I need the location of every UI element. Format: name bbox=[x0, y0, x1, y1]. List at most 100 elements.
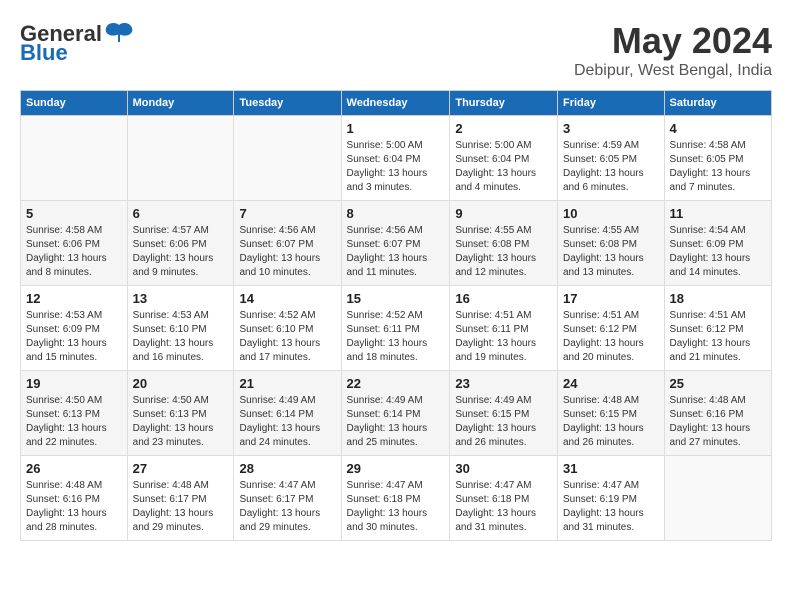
day-info: Sunrise: 4:53 AM Sunset: 6:09 PM Dayligh… bbox=[26, 309, 122, 365]
title-block: May 2024 Debipur, West Bengal, India bbox=[574, 20, 772, 80]
calendar-day-header: Friday bbox=[557, 91, 664, 116]
calendar-day-cell: 4 Sunrise: 4:58 AM Sunset: 6:05 PM Daylig… bbox=[664, 116, 771, 201]
calendar-day-cell: 24Sunrise: 4:48 AM Sunset: 6:15 PM Dayli… bbox=[557, 371, 664, 456]
day-info: Sunrise: 4:52 AM Sunset: 6:10 PM Dayligh… bbox=[239, 309, 335, 365]
calendar-day-cell: 17 Sunrise: 4:51 AM Sunset: 6:12 PM Dayli… bbox=[557, 286, 664, 371]
day-info: Sunrise: 4:51 AM Sunset: 6:12 PM Dayligh… bbox=[670, 309, 766, 365]
day-number: 5 bbox=[26, 206, 122, 221]
logo: General Blue bbox=[20, 20, 136, 66]
day-info: Sunrise: 4:53 AM Sunset: 6:10 PM Dayligh… bbox=[133, 309, 229, 365]
day-number: 17 bbox=[563, 291, 659, 306]
day-number: 8 bbox=[347, 206, 445, 221]
day-info: Sunrise: 4:57 AM Sunset: 6:06 PM Dayligh… bbox=[133, 224, 229, 280]
day-info: Sunrise: 4:48 AM Sunset: 6:17 PM Dayligh… bbox=[133, 479, 229, 535]
calendar-day-cell: 9 Sunrise: 4:55 AM Sunset: 6:08 PM Daylig… bbox=[450, 201, 558, 286]
calendar-day-cell bbox=[21, 116, 128, 201]
day-number: 26 bbox=[26, 461, 122, 476]
day-number: 12 bbox=[26, 291, 122, 306]
day-info: Sunrise: 4:58 AM Sunset: 6:05 PM Dayligh… bbox=[670, 139, 766, 195]
day-number: 29 bbox=[347, 461, 445, 476]
day-number: 2 bbox=[455, 121, 552, 136]
day-number: 10 bbox=[563, 206, 659, 221]
calendar-day-cell: 7 Sunrise: 4:56 AM Sunset: 6:07 PM Daylig… bbox=[234, 201, 341, 286]
day-info: Sunrise: 4:47 AM Sunset: 6:18 PM Dayligh… bbox=[455, 479, 552, 535]
day-info: Sunrise: 4:49 AM Sunset: 6:15 PM Dayligh… bbox=[455, 394, 552, 450]
calendar-day-cell: 23 Sunrise: 4:49 AM Sunset: 6:15 PM Dayli… bbox=[450, 371, 558, 456]
calendar-day-cell: 20 Sunrise: 4:50 AM Sunset: 6:13 PM Dayli… bbox=[127, 371, 234, 456]
calendar-day-cell bbox=[127, 116, 234, 201]
day-info: Sunrise: 4:48 AM Sunset: 6:16 PM Dayligh… bbox=[670, 394, 766, 450]
logo-bird-icon bbox=[104, 20, 134, 48]
day-number: 25 bbox=[670, 376, 766, 391]
day-info: Sunrise: 4:49 AM Sunset: 6:14 PM Dayligh… bbox=[239, 394, 335, 450]
day-info: Sunrise: 4:48 AM Sunset: 6:16 PM Dayligh… bbox=[26, 479, 122, 535]
day-info: Sunrise: 4:50 AM Sunset: 6:13 PM Dayligh… bbox=[133, 394, 229, 450]
calendar-day-header: Thursday bbox=[450, 91, 558, 116]
day-number: 30 bbox=[455, 461, 552, 476]
day-info: Sunrise: 4:50 AM Sunset: 6:13 PM Dayligh… bbox=[26, 394, 122, 450]
calendar-day-cell: 18 Sunrise: 4:51 AM Sunset: 6:12 PM Dayli… bbox=[664, 286, 771, 371]
day-info: Sunrise: 4:52 AM Sunset: 6:11 PM Dayligh… bbox=[347, 309, 445, 365]
calendar-day-cell: 22Sunrise: 4:49 AM Sunset: 6:14 PM Dayli… bbox=[341, 371, 450, 456]
calendar-week-row: 26 Sunrise: 4:48 AM Sunset: 6:16 PM Dayli… bbox=[21, 456, 772, 541]
calendar-day-cell: 6Sunrise: 4:57 AM Sunset: 6:06 PM Daylig… bbox=[127, 201, 234, 286]
calendar-day-header: Wednesday bbox=[341, 91, 450, 116]
calendar-table: SundayMondayTuesdayWednesdayThursdayFrid… bbox=[20, 90, 772, 541]
day-number: 3 bbox=[563, 121, 659, 136]
day-number: 9 bbox=[455, 206, 552, 221]
day-number: 19 bbox=[26, 376, 122, 391]
logo-blue-text: Blue bbox=[20, 40, 68, 66]
calendar-day-cell: 1 Sunrise: 5:00 AM Sunset: 6:04 PM Daylig… bbox=[341, 116, 450, 201]
day-number: 1 bbox=[347, 121, 445, 136]
calendar-day-cell: 12 Sunrise: 4:53 AM Sunset: 6:09 PM Dayli… bbox=[21, 286, 128, 371]
location-text: Debipur, West Bengal, India bbox=[574, 62, 772, 80]
calendar-day-cell bbox=[664, 456, 771, 541]
calendar-day-cell: 2 Sunrise: 5:00 AM Sunset: 6:04 PM Daylig… bbox=[450, 116, 558, 201]
calendar-week-row: 5 Sunrise: 4:58 AM Sunset: 6:06 PM Daylig… bbox=[21, 201, 772, 286]
day-number: 13 bbox=[133, 291, 229, 306]
calendar-day-cell: 11Sunrise: 4:54 AM Sunset: 6:09 PM Dayli… bbox=[664, 201, 771, 286]
day-info: Sunrise: 4:55 AM Sunset: 6:08 PM Dayligh… bbox=[455, 224, 552, 280]
day-info: Sunrise: 4:56 AM Sunset: 6:07 PM Dayligh… bbox=[347, 224, 445, 280]
day-number: 15 bbox=[347, 291, 445, 306]
calendar-day-cell: 21 Sunrise: 4:49 AM Sunset: 6:14 PM Dayli… bbox=[234, 371, 341, 456]
calendar-day-cell: 19 Sunrise: 4:50 AM Sunset: 6:13 PM Dayli… bbox=[21, 371, 128, 456]
day-number: 18 bbox=[670, 291, 766, 306]
calendar-week-row: 12 Sunrise: 4:53 AM Sunset: 6:09 PM Dayli… bbox=[21, 286, 772, 371]
day-number: 7 bbox=[239, 206, 335, 221]
calendar-day-cell: 25 Sunrise: 4:48 AM Sunset: 6:16 PM Dayli… bbox=[664, 371, 771, 456]
calendar-day-cell bbox=[234, 116, 341, 201]
day-info: Sunrise: 4:48 AM Sunset: 6:15 PM Dayligh… bbox=[563, 394, 659, 450]
calendar-day-cell: 27 Sunrise: 4:48 AM Sunset: 6:17 PM Dayli… bbox=[127, 456, 234, 541]
calendar-day-cell: 13 Sunrise: 4:53 AM Sunset: 6:10 PM Dayli… bbox=[127, 286, 234, 371]
day-number: 31 bbox=[563, 461, 659, 476]
calendar-day-cell: 15 Sunrise: 4:52 AM Sunset: 6:11 PM Dayli… bbox=[341, 286, 450, 371]
calendar-day-header: Saturday bbox=[664, 91, 771, 116]
calendar-day-header: Tuesday bbox=[234, 91, 341, 116]
day-number: 21 bbox=[239, 376, 335, 391]
day-info: Sunrise: 4:51 AM Sunset: 6:12 PM Dayligh… bbox=[563, 309, 659, 365]
day-info: Sunrise: 5:00 AM Sunset: 6:04 PM Dayligh… bbox=[455, 139, 552, 195]
calendar-day-cell: 29Sunrise: 4:47 AM Sunset: 6:18 PM Dayli… bbox=[341, 456, 450, 541]
day-info: Sunrise: 5:00 AM Sunset: 6:04 PM Dayligh… bbox=[347, 139, 445, 195]
calendar-week-row: 1 Sunrise: 5:00 AM Sunset: 6:04 PM Daylig… bbox=[21, 116, 772, 201]
calendar-day-cell: 28 Sunrise: 4:47 AM Sunset: 6:17 PM Dayli… bbox=[234, 456, 341, 541]
day-number: 27 bbox=[133, 461, 229, 476]
day-info: Sunrise: 4:56 AM Sunset: 6:07 PM Dayligh… bbox=[239, 224, 335, 280]
calendar-day-cell: 8 Sunrise: 4:56 AM Sunset: 6:07 PM Daylig… bbox=[341, 201, 450, 286]
day-number: 20 bbox=[133, 376, 229, 391]
day-number: 22 bbox=[347, 376, 445, 391]
day-number: 23 bbox=[455, 376, 552, 391]
calendar-day-header: Sunday bbox=[21, 91, 128, 116]
calendar-day-cell: 16Sunrise: 4:51 AM Sunset: 6:11 PM Dayli… bbox=[450, 286, 558, 371]
day-info: Sunrise: 4:47 AM Sunset: 6:17 PM Dayligh… bbox=[239, 479, 335, 535]
day-info: Sunrise: 4:47 AM Sunset: 6:19 PM Dayligh… bbox=[563, 479, 659, 535]
calendar-day-cell: 5 Sunrise: 4:58 AM Sunset: 6:06 PM Daylig… bbox=[21, 201, 128, 286]
day-number: 4 bbox=[670, 121, 766, 136]
calendar-day-cell: 14Sunrise: 4:52 AM Sunset: 6:10 PM Dayli… bbox=[234, 286, 341, 371]
calendar-week-row: 19 Sunrise: 4:50 AM Sunset: 6:13 PM Dayli… bbox=[21, 371, 772, 456]
day-info: Sunrise: 4:58 AM Sunset: 6:06 PM Dayligh… bbox=[26, 224, 122, 280]
calendar-header-row: SundayMondayTuesdayWednesdayThursdayFrid… bbox=[21, 91, 772, 116]
day-number: 28 bbox=[239, 461, 335, 476]
calendar-day-cell: 26 Sunrise: 4:48 AM Sunset: 6:16 PM Dayli… bbox=[21, 456, 128, 541]
